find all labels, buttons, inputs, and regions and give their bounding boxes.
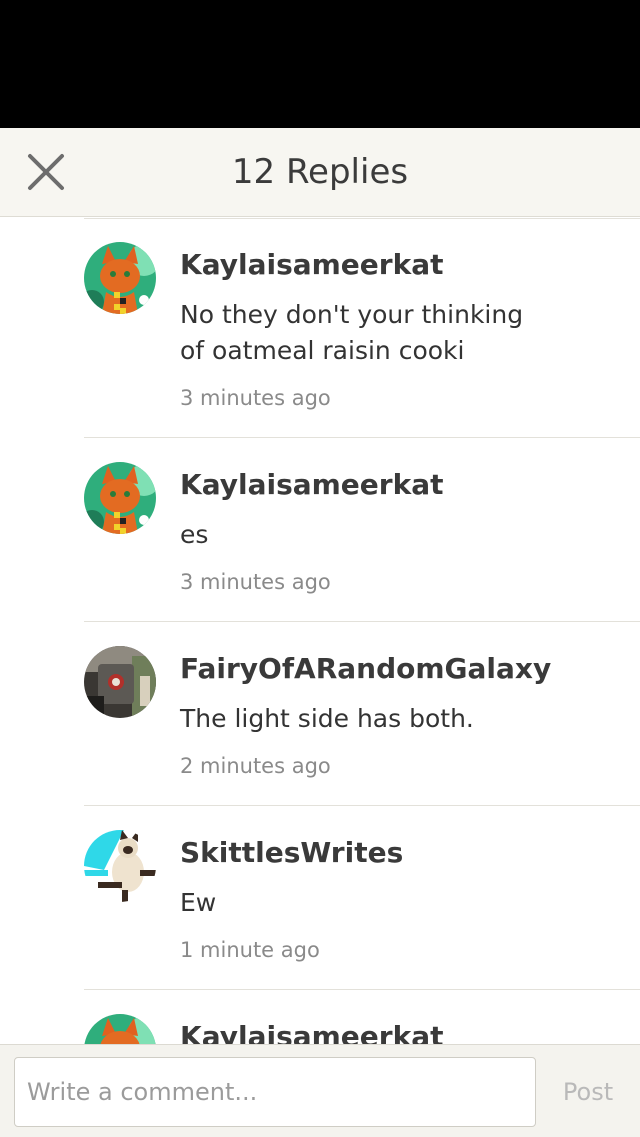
reply-body: No they don't your thinking of oatmeal r… <box>180 300 524 365</box>
comment-composer: Post <box>0 1044 640 1137</box>
reply-item: Kaylaisameerkat No they don't your think… <box>84 218 640 438</box>
status-bar <box>0 0 640 128</box>
avatar[interactable] <box>84 1014 156 1044</box>
page-title: 12 Replies <box>231 152 409 192</box>
reply-list[interactable]: Kaylaisameerkat No they don't your think… <box>0 218 640 1044</box>
reply-body: es <box>180 520 209 549</box>
reply-body: Ew <box>180 888 217 917</box>
reply-body: The light side has both. <box>180 704 474 733</box>
avatar[interactable] <box>84 242 156 314</box>
replies-header: 12 Replies <box>0 128 640 217</box>
reply-username[interactable]: FairyOfARandomGalaxy <box>180 652 551 685</box>
post-button[interactable]: Post <box>548 1057 628 1127</box>
avatar[interactable] <box>84 830 156 902</box>
reply-item: Kaylaisameerkat <box>84 990 640 1044</box>
avatar[interactable] <box>84 462 156 534</box>
reply-item: SkittlesWrites Ew 1 minute ago <box>84 806 640 990</box>
reply-username[interactable]: Kaylaisameerkat <box>180 468 444 501</box>
reply-item: FairyOfARandomGalaxy The light side has … <box>84 622 640 806</box>
reply-username[interactable]: Kaylaisameerkat <box>180 248 444 281</box>
reply-timestamp: 1 minute ago <box>180 938 320 962</box>
orange-cat-avatar-icon <box>84 242 156 314</box>
reply-item: Kaylaisameerkat es 3 minutes ago <box>84 438 640 622</box>
reply-username[interactable]: Kaylaisameerkat <box>180 1020 444 1044</box>
orange-cat-avatar-icon <box>84 462 156 534</box>
reply-timestamp: 3 minutes ago <box>180 570 331 594</box>
reply-username[interactable]: SkittlesWrites <box>180 836 403 869</box>
avatar[interactable] <box>84 646 156 718</box>
reply-timestamp: 3 minutes ago <box>180 386 331 410</box>
orange-cat-avatar-icon <box>84 1014 156 1044</box>
reply-timestamp: 2 minutes ago <box>180 754 331 778</box>
galaxy-avatar-icon <box>84 646 156 718</box>
siamese-cat-avatar-icon <box>84 830 156 902</box>
comment-input[interactable] <box>14 1057 536 1127</box>
